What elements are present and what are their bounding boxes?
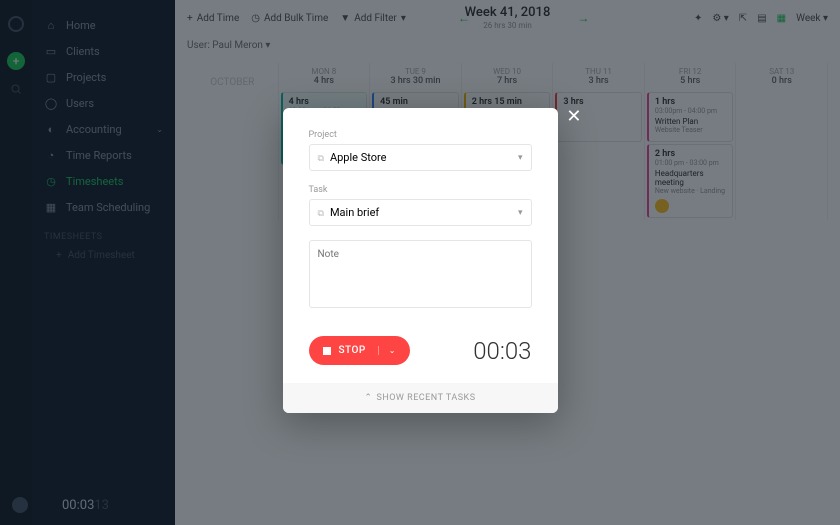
show-recent-button[interactable]: ⌃SHOW RECENT TASKS [283, 383, 558, 413]
chevron-down-icon: ▾ [518, 153, 523, 163]
chevron-up-icon: ⌃ [364, 393, 372, 403]
close-icon[interactable]: ✕ [566, 106, 581, 127]
chevron-down-icon[interactable]: ⌄ [378, 346, 396, 355]
modal-overlay[interactable]: ✕ Project ⧉Apple Store ▾ Task ⧉Main brie… [0, 0, 840, 525]
stop-icon [323, 347, 331, 355]
note-field [309, 240, 532, 312]
external-link-icon: ⧉ [318, 154, 324, 164]
project-field: Project ⧉Apple Store ▾ [309, 130, 532, 171]
external-link-icon: ⧉ [318, 209, 324, 219]
chevron-down-icon: ▾ [518, 208, 523, 218]
stop-button[interactable]: STOP ⌄ [309, 336, 411, 365]
task-label: Task [309, 185, 532, 195]
timer-display: 00:03 [473, 337, 531, 365]
task-field: Task ⧉Main brief ▾ [309, 185, 532, 226]
task-select[interactable]: ⧉Main brief ▾ [309, 199, 532, 226]
project-select[interactable]: ⧉Apple Store ▾ [309, 144, 532, 171]
project-label: Project [309, 130, 532, 140]
note-input[interactable] [309, 240, 532, 308]
timer-modal: ✕ Project ⧉Apple Store ▾ Task ⧉Main brie… [283, 108, 558, 413]
